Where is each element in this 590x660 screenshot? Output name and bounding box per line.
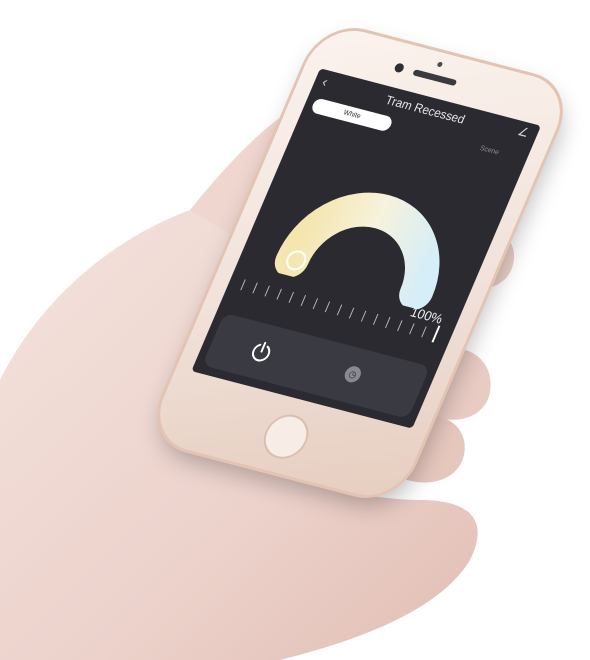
photo-scene: ‹ Tram Recessed ∠ White Scene 100% ◷ [0,0,590,660]
slider-tick [372,313,379,325]
front-camera [393,62,406,74]
proximity-sensor [436,61,444,68]
slider-tick [336,304,343,316]
earpiece-speaker [412,69,458,87]
home-button[interactable] [256,410,316,464]
slider-tick [300,295,307,306]
tab-scene[interactable]: Scene [477,141,502,160]
slider-tick [240,279,246,291]
slider-tick [385,317,391,328]
slider-tick [397,320,403,332]
slider-tick [409,323,415,335]
slider-tick [348,307,355,319]
slider-tick [264,285,270,297]
slider-tick [421,326,427,338]
slider-tick [288,291,295,303]
timer-icon[interactable]: ◷ [342,364,364,385]
slider-tick [252,282,258,294]
slider-tick [276,288,282,300]
slider-tick [312,298,319,310]
slider-tick [324,301,331,313]
slider-thumb[interactable] [431,325,441,343]
color-temperature-dial[interactable] [265,134,488,313]
power-icon[interactable] [245,337,277,366]
slider-tick [360,310,367,322]
